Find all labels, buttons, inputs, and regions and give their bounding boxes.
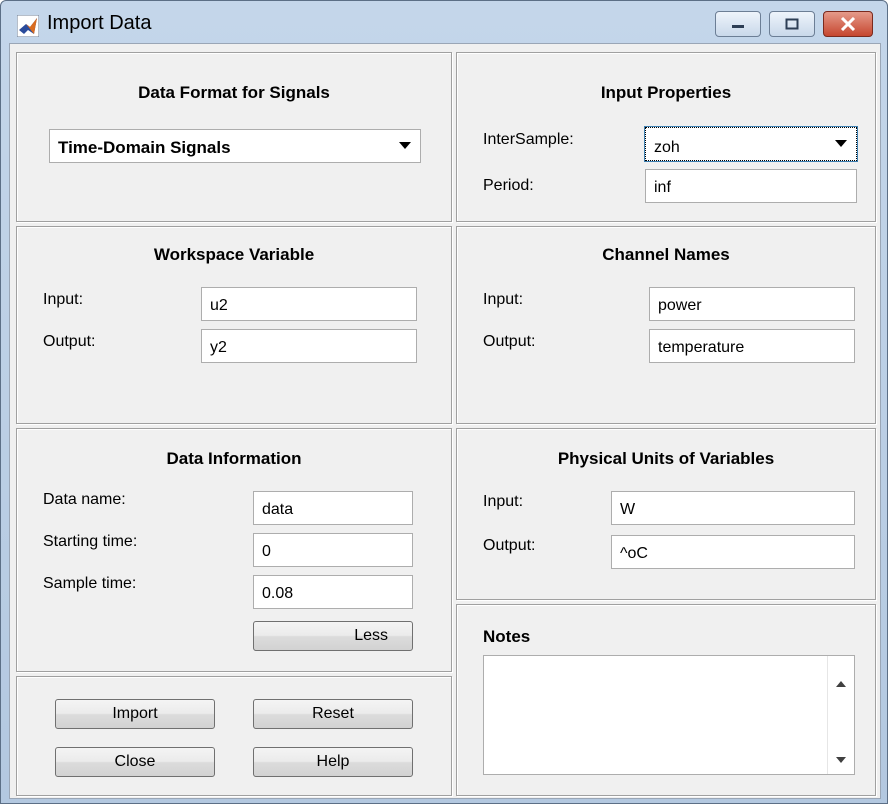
dropdown-arrow-button[interactable] [390, 130, 420, 162]
dialog-client-area: Data Format for Signals Time-Domain Sign… [9, 43, 881, 799]
sample-time-label: Sample time: [43, 575, 137, 592]
notes-textarea[interactable] [483, 655, 855, 775]
workspace-variable-title: Workspace Variable [153, 245, 315, 264]
workspace-output-field[interactable]: y2 [201, 329, 417, 363]
intersample-selected: zoh [654, 139, 680, 156]
data-information-title: Data Information [166, 449, 302, 468]
data-name-label: Data name: [43, 491, 126, 508]
starting-time-field[interactable]: 0 [253, 533, 413, 567]
scroll-down-icon[interactable] [836, 757, 846, 764]
physical-units-panel: Physical Units of Variables Input: W Out… [456, 428, 876, 600]
data-format-select[interactable]: Time-Domain Signals [49, 129, 421, 163]
reset-button[interactable]: Reset [253, 699, 413, 729]
close-icon [840, 17, 856, 31]
intersample-dropdown-arrow[interactable] [826, 128, 856, 160]
maximize-button[interactable] [769, 11, 815, 37]
units-output-field[interactable]: ^oC [611, 535, 855, 569]
channel-names-title: Channel Names [602, 245, 730, 264]
period-label: Period: [483, 177, 534, 194]
data-name-field[interactable]: data [253, 491, 413, 525]
close-window-button[interactable] [823, 11, 873, 37]
physical-units-title: Physical Units of Variables [557, 449, 775, 468]
starting-time-label: Starting time: [43, 533, 138, 550]
notes-title: Notes [483, 627, 531, 646]
workspace-variable-panel: Workspace Variable Input: u2 Output: y2 [16, 226, 452, 424]
channel-names-panel: Channel Names Input: power Output: tempe… [456, 226, 876, 424]
notes-panel: Notes [456, 604, 876, 796]
maximize-icon [785, 18, 799, 30]
matlab-app-icon [17, 15, 39, 37]
units-input-label: Input: [483, 493, 524, 510]
less-button[interactable]: Less [253, 621, 413, 651]
title-bar[interactable]: Import Data [1, 1, 887, 41]
import-data-window: Import Data Data Format for Signals Time… [0, 0, 888, 804]
action-buttons-panel: Import Reset Close Help [16, 676, 452, 796]
data-format-title: Data Format for Signals [138, 83, 330, 102]
minimize-button[interactable] [715, 11, 761, 37]
help-button[interactable]: Help [253, 747, 413, 777]
close-button[interactable]: Close [55, 747, 215, 777]
channel-output-label: Output: [483, 333, 536, 350]
minimize-icon [732, 25, 744, 28]
channel-input-label: Input: [483, 291, 524, 308]
workspace-input-label: Input: [43, 291, 84, 308]
scroll-up-icon[interactable] [836, 680, 846, 687]
workspace-output-label: Output: [43, 333, 96, 350]
intersample-select[interactable]: zoh [644, 126, 858, 162]
data-format-selected: Time-Domain Signals [58, 138, 231, 157]
notes-scrollbar[interactable] [827, 656, 854, 774]
chevron-down-icon [835, 140, 847, 147]
data-information-panel: Data Information Data name: data Startin… [16, 428, 452, 672]
period-field[interactable]: inf [645, 169, 857, 203]
workspace-input-field[interactable]: u2 [201, 287, 417, 321]
sample-time-field[interactable]: 0.08 [253, 575, 413, 609]
input-properties-title: Input Properties [600, 83, 732, 102]
window-title: Import Data [47, 12, 152, 34]
units-output-label: Output: [483, 537, 536, 554]
input-properties-panel: Input Properties InterSample: zoh Period… [456, 52, 876, 222]
units-input-field[interactable]: W [611, 491, 855, 525]
import-button[interactable]: Import [55, 699, 215, 729]
intersample-label: InterSample: [483, 131, 574, 148]
data-format-panel: Data Format for Signals Time-Domain Sign… [16, 52, 452, 222]
channel-output-field[interactable]: temperature [649, 329, 855, 363]
chevron-down-icon [399, 142, 411, 149]
channel-input-field[interactable]: power [649, 287, 855, 321]
